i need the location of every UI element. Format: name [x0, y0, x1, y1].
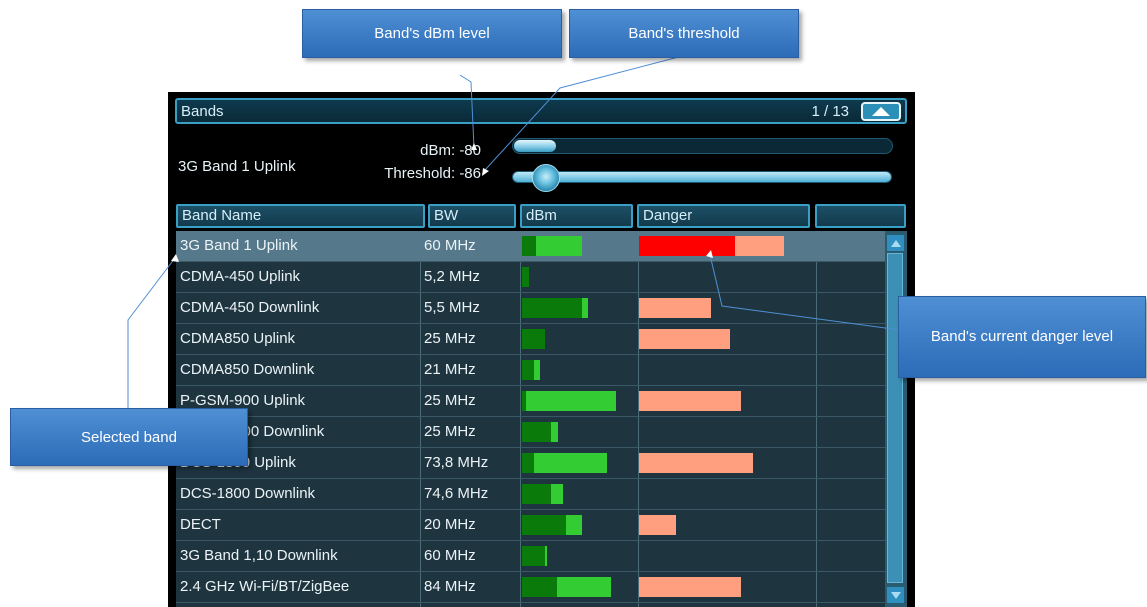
callout-dbm-level: Band's dBm level: [302, 9, 562, 58]
selected-arrowhead: [171, 254, 179, 262]
danger-arrowhead: [706, 250, 713, 258]
callout-threshold: Band's threshold: [569, 9, 799, 58]
danger-callout-line: [709, 254, 901, 331]
selected-callout-line: [127, 257, 176, 408]
callout-danger-level: Band's current danger level: [898, 296, 1146, 378]
threshold-callout-line: [484, 53, 691, 171]
dbm-callout-line: [459, 74, 475, 149]
callout-selected-band: Selected band: [10, 408, 248, 466]
dbm-arrowhead: [471, 143, 477, 150]
